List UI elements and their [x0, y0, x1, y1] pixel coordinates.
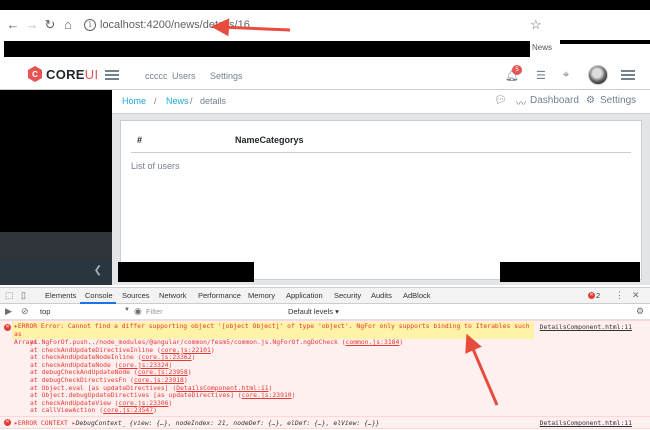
devtools-panel: ⬚ ▯ Elements Console Sources Network Per…: [0, 287, 650, 430]
breadcrumb-separator: /: [154, 96, 157, 106]
nav-link-users[interactable]: Users: [172, 71, 196, 81]
error-source-link[interactable]: DetailsComponent.html:11: [540, 323, 632, 331]
redacted-sidebar: [0, 90, 112, 232]
stack-frame-close: ): [187, 368, 192, 377]
tab-console[interactable]: Console: [85, 291, 113, 300]
sidebar-toggle-icon[interactable]: [105, 70, 119, 80]
error-count-icon: ✕: [588, 292, 595, 299]
console-error-context: ✕ ▸ERROR CONTEXT ▸DebugContext_ {view: {…: [0, 417, 650, 429]
console-error-message: ✕ ▸ERROR Error: Cannot find a differ sup…: [0, 320, 650, 417]
devtools-tabbar: ⬚ ▯ Elements Console Sources Network Per…: [0, 288, 650, 304]
gear-icon: ⚙: [586, 95, 595, 106]
eye-icon[interactable]: ◉: [134, 306, 142, 317]
coreui-logo-icon: C: [28, 66, 42, 82]
console-toolbar: ▶ ⊘ top ▼ ◉ Filter Default levels ▾ ⚙: [0, 305, 650, 320]
stack-frame-link[interactable]: core.js:23547: [103, 406, 153, 415]
active-tab-indicator: [80, 302, 116, 304]
stack-frame-text: at callViewAction (: [30, 406, 104, 415]
sidebar-minimizer[interactable]: ❮: [0, 259, 112, 285]
console-filter-input[interactable]: Filter: [146, 307, 163, 316]
location-pin-icon[interactable]: ⌖: [563, 69, 569, 82]
stack-frame-close: ): [191, 353, 196, 362]
info-icon[interactable]: i: [84, 19, 96, 31]
breadcrumb-news[interactable]: News: [166, 96, 189, 106]
chevron-left-icon: ❮: [93, 265, 102, 276]
tab-network[interactable]: Network: [159, 291, 187, 300]
dashboard-link[interactable]: Dashboard: [530, 95, 579, 106]
stack-frame-close: ): [291, 391, 296, 400]
graph-icon: 〰: [516, 99, 526, 110]
coreui-logo[interactable]: C COREUI: [28, 66, 98, 82]
notification-badge: 5: [512, 65, 522, 75]
app-header: C COREUI ccccc Users Settings 🔔︎ 5 ☰ ⌖: [0, 60, 650, 90]
error-icon: ✕: [4, 324, 11, 331]
list-icon[interactable]: ☰: [536, 69, 546, 82]
avatar[interactable]: [588, 65, 608, 85]
device-toolbar-icon[interactable]: ▯: [21, 290, 26, 301]
tab-audits[interactable]: Audits: [371, 291, 392, 300]
clear-console-icon[interactable]: ⊘: [21, 306, 29, 317]
stack-frame-close: ): [168, 398, 173, 407]
breadcrumb-details: details: [200, 96, 227, 106]
aside-menu-toggle-icon[interactable]: [621, 70, 635, 80]
breadcrumb-separator: /: [190, 96, 193, 106]
bookmark-star-icon[interactable]: ☆: [530, 17, 542, 33]
tab-performance[interactable]: Performance: [198, 291, 241, 300]
log-levels-select[interactable]: Default levels ▾: [288, 307, 339, 316]
breadcrumb: Home / News / details 💬︎ 〰 Dashboard ⚙ S…: [112, 90, 650, 114]
table-header: # NameCategorys: [131, 133, 631, 153]
comment-icon[interactable]: 💬︎: [494, 95, 507, 106]
tab-elements[interactable]: Elements: [45, 291, 76, 300]
console-sidebar-icon[interactable]: ▶: [5, 306, 12, 317]
stack-trace: at NgForOf.push../node_modules/@angular/…: [30, 338, 404, 415]
tab-security[interactable]: Security: [334, 291, 361, 300]
error-context-source-link[interactable]: DetailsComponent.html:11: [540, 419, 632, 427]
nav-link-ccccc[interactable]: ccccc: [145, 71, 168, 81]
tab-memory[interactable]: Memory: [248, 291, 275, 300]
stack-frame-close: ): [210, 345, 215, 354]
logo-text: COREUI: [46, 66, 99, 82]
inspect-element-icon[interactable]: ⬚: [5, 290, 14, 301]
error-context-text[interactable]: ▸ERROR CONTEXT ▸DebugContext_ {view: {…}…: [14, 419, 380, 427]
redacted-footer-right: [500, 262, 640, 282]
column-header-number: #: [137, 135, 143, 145]
back-icon[interactable]: ←: [6, 18, 20, 32]
error-count[interactable]: 2: [596, 291, 600, 300]
list-of-users-label: List of users: [131, 161, 180, 171]
stack-frame-close: ): [399, 338, 404, 346]
redacted-footer-left: [118, 262, 254, 282]
tab-adblock[interactable]: AdBlock: [403, 291, 431, 300]
stack-frame-link[interactable]: common.js:3184: [346, 338, 400, 346]
browser-address-row: ← → ↻ ⌂ i localhost:4200/news/details/16…: [0, 12, 650, 40]
stack-frame-link[interactable]: core.js:23910: [242, 391, 292, 399]
tab-sources[interactable]: Sources: [122, 291, 150, 300]
more-options-icon[interactable]: ⋮: [615, 290, 624, 301]
address-bar[interactable]: i localhost:4200/news/details/16: [78, 16, 548, 36]
home-icon[interactable]: ⌂: [61, 18, 75, 32]
column-header-namecategorys: NameCategorys: [235, 135, 304, 145]
breadcrumb-home[interactable]: Home: [122, 96, 146, 106]
settings-link[interactable]: Settings: [600, 95, 636, 106]
stack-frame: at callViewAction (core.js:23547): [30, 407, 403, 415]
forward-icon[interactable]: →: [25, 18, 39, 32]
redacted-bookmarks-bar: [4, 41, 530, 57]
tab-application[interactable]: Application: [286, 291, 323, 300]
nav-link-settings[interactable]: Settings: [210, 71, 243, 81]
error-icon: ✕: [4, 419, 11, 426]
users-card: # NameCategorys List of users: [120, 120, 642, 280]
close-devtools-icon[interactable]: ✕: [632, 290, 640, 301]
reload-icon[interactable]: ↻: [43, 18, 57, 32]
sidebar: ❮: [0, 90, 112, 285]
stack-frame-close: ): [153, 406, 157, 415]
url-text[interactable]: localhost:4200/news/details/16: [100, 19, 250, 31]
redacted-bar-top: [0, 0, 650, 10]
console-settings-gear-icon[interactable]: ⚙: [636, 306, 644, 317]
bookmark-overlay-text: News: [532, 43, 553, 52]
context-select[interactable]: top ▼: [40, 307, 130, 318]
